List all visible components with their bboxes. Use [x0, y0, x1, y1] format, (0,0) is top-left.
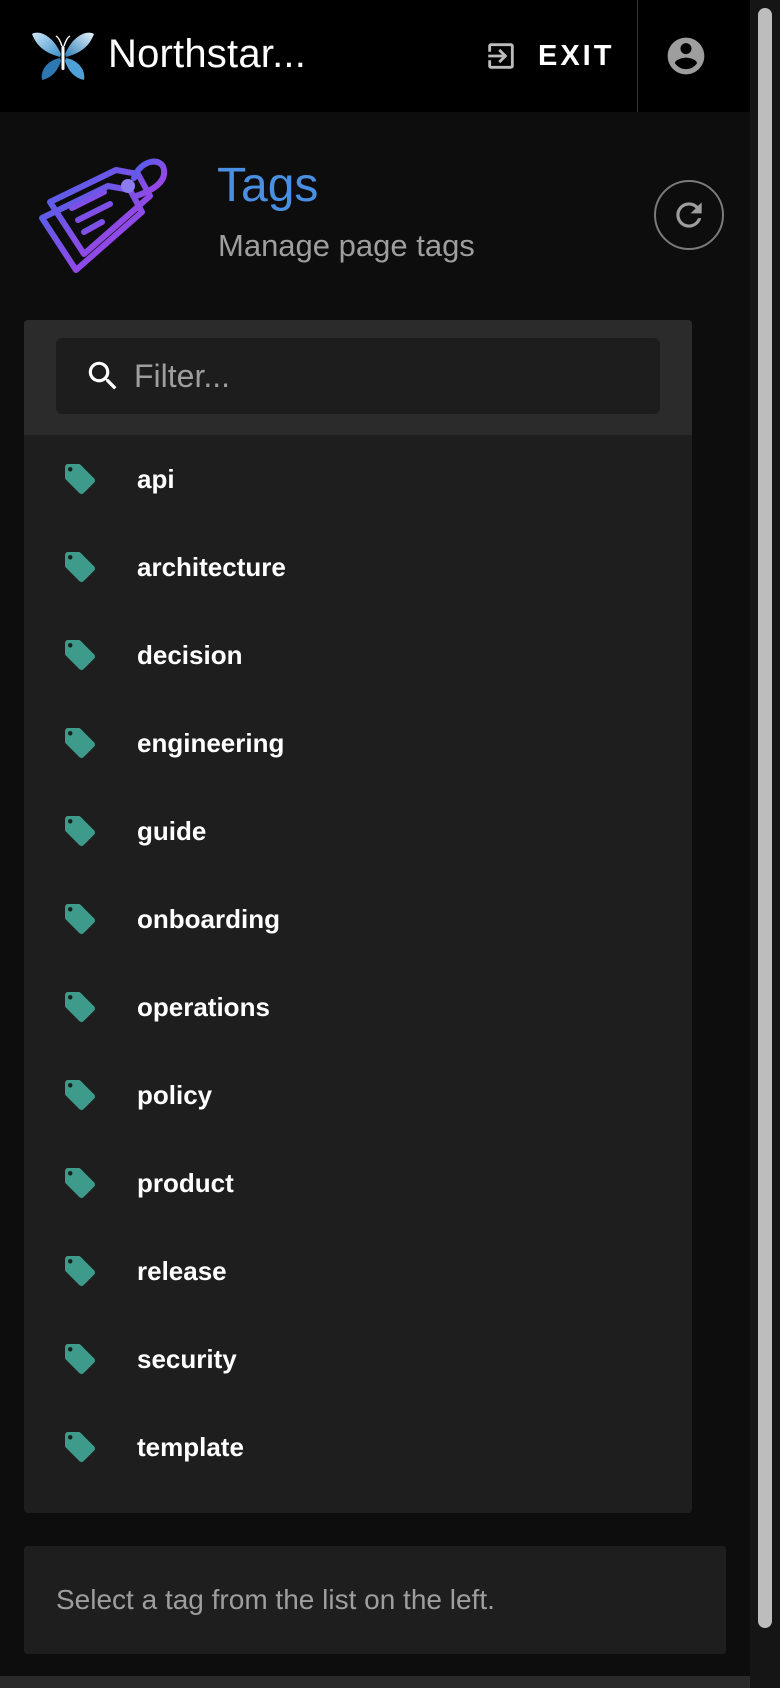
page-title: Tags: [217, 159, 319, 212]
tag-label: engineering: [137, 728, 285, 758]
tag-icon: [65, 552, 95, 582]
refresh-icon: [676, 202, 702, 228]
exit-button[interactable]: EXIT: [480, 28, 620, 84]
page-subtitle: Manage page tags: [218, 228, 475, 263]
tag-icon: [65, 1432, 95, 1462]
scrollbar-thumb[interactable]: [758, 8, 772, 1628]
tag-icon: [65, 640, 95, 670]
tag-label: policy: [137, 1080, 213, 1110]
tag-list-item[interactable]: onboarding: [24, 875, 692, 963]
tag-label: onboarding: [137, 904, 280, 934]
filter-field[interactable]: [56, 338, 660, 414]
tag-label: operations: [137, 992, 270, 1022]
refresh-button[interactable]: [654, 180, 724, 250]
tag-list-item[interactable]: guide: [24, 787, 692, 875]
app-title[interactable]: Northstar...: [108, 32, 306, 77]
tag-label: decision: [137, 640, 243, 670]
filter-bar: [24, 320, 692, 435]
bottom-edge: [0, 1676, 750, 1688]
tag-list-item[interactable]: template: [24, 1403, 692, 1491]
header-divider: [637, 0, 638, 112]
butterfly-logo-icon[interactable]: [30, 28, 96, 84]
tag-label: product: [137, 1168, 234, 1198]
tag-label: guide: [137, 816, 207, 846]
tag-label: api: [137, 464, 175, 494]
exit-label: EXIT: [538, 39, 615, 72]
tag-list-item[interactable]: decision: [24, 611, 692, 699]
filter-input[interactable]: [134, 338, 634, 414]
tag-label: architecture: [137, 552, 286, 582]
tag-list-panel: api architecture decision engineering gu…: [24, 320, 692, 1513]
account-circle-icon[interactable]: [664, 34, 708, 78]
tag-list-item[interactable]: architecture: [24, 523, 692, 611]
tag-detail-panel: Select a tag from the list on the left.: [24, 1546, 726, 1654]
tag-list-item[interactable]: release: [24, 1227, 692, 1315]
app-viewport: Northstar... EXIT Tags Manage page tags …: [0, 0, 750, 1688]
tag-icon: [65, 992, 95, 1022]
tag-list-item[interactable]: operations: [24, 963, 692, 1051]
tag-list-item[interactable]: api: [24, 435, 692, 523]
tag-label: security: [137, 1344, 237, 1374]
tag-list-item[interactable]: security: [24, 1315, 692, 1403]
tag-list: api architecture decision engineering gu…: [24, 435, 692, 1491]
empty-state-message: Select a tag from the list on the left.: [56, 1584, 495, 1615]
tag-list-item[interactable]: product: [24, 1139, 692, 1227]
tag-icon: [65, 1168, 95, 1198]
tag-label: release: [137, 1256, 227, 1286]
app-header: Northstar... EXIT: [0, 0, 750, 112]
tag-list-item[interactable]: policy: [24, 1051, 692, 1139]
tag-icon: [65, 464, 95, 494]
tag-icon: [65, 1256, 95, 1286]
tag-icon: [65, 816, 95, 846]
tag-icon: [65, 1080, 95, 1110]
tag-list-item[interactable]: engineering: [24, 699, 692, 787]
search-icon: [88, 361, 117, 390]
tag-label: template: [137, 1432, 244, 1462]
exit-icon: [488, 43, 514, 69]
tags-icon: [39, 158, 168, 273]
tag-icon: [65, 728, 95, 758]
tag-icon: [65, 1344, 95, 1374]
tag-icon: [65, 904, 95, 934]
